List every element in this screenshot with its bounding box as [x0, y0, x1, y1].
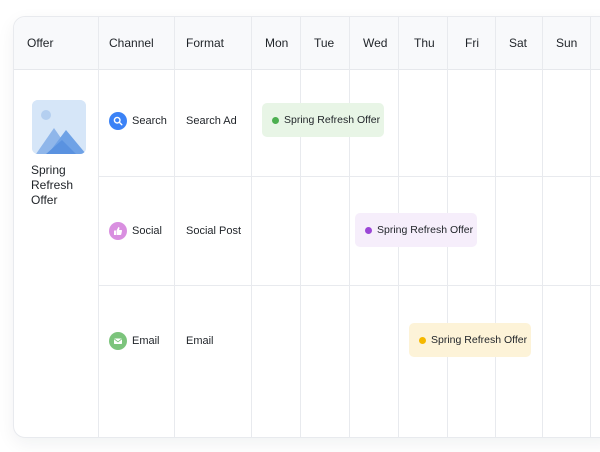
- column-header-sun: Sun: [556, 36, 578, 50]
- pill-label: Spring Refresh Offer: [377, 224, 474, 236]
- status-dot: [419, 336, 426, 344]
- schedule-pill-email[interactable]: Spring Refresh Offer: [409, 323, 531, 357]
- mail-icon: [109, 332, 127, 350]
- grid-line: [542, 17, 543, 437]
- pill-label: Spring Refresh Offer: [284, 114, 381, 126]
- column-header-mon: Mon: [265, 36, 289, 50]
- table-header: Offer Channel Format Mon Tue Wed Thu Fri…: [14, 17, 600, 70]
- schedule-pill-social[interactable]: Spring Refresh Offer: [355, 213, 477, 247]
- column-header-offer: Offer: [27, 36, 54, 50]
- pill-label: Spring Refresh Offer: [431, 334, 528, 346]
- grid-line: [349, 17, 350, 437]
- format-label: Email: [186, 335, 214, 347]
- grid-line: [98, 17, 99, 437]
- schedule-pill-search[interactable]: Spring Refresh Offer: [262, 103, 384, 137]
- status-dot: [365, 226, 372, 234]
- column-header-sat: Sat: [509, 36, 528, 50]
- column-header-thu: Thu: [414, 36, 435, 50]
- column-header-format: Format: [186, 36, 225, 50]
- offer-thumbnail: [32, 100, 86, 154]
- grid-line: [495, 17, 496, 437]
- column-header-tue: Tue: [314, 36, 335, 50]
- channel-label: Social: [132, 225, 162, 237]
- channel-label: Email: [132, 335, 160, 347]
- column-header-wed: Wed: [363, 36, 388, 50]
- grid-line: [251, 17, 252, 437]
- offer-schedule-card: Offer Channel Format Mon Tue Wed Thu Fri…: [13, 16, 600, 438]
- image-placeholder-icon: [32, 100, 86, 154]
- channel-label: Search: [132, 115, 167, 127]
- grid-line: [300, 17, 301, 437]
- grid-line: [590, 17, 591, 437]
- channel-cell-social: Social: [109, 222, 162, 240]
- search-icon: [109, 112, 127, 130]
- format-label: Search Ad: [186, 115, 237, 127]
- column-header-fri: Fri: [465, 36, 479, 50]
- offer-name: Spring Refresh Offer: [31, 163, 74, 207]
- grid-line: [174, 17, 175, 437]
- thumbs-up-icon: [109, 222, 127, 240]
- channel-cell-search: Search: [109, 112, 167, 130]
- channel-cell-email: Email: [109, 332, 160, 350]
- status-dot: [272, 116, 279, 124]
- column-header-channel: Channel: [109, 36, 154, 50]
- row-separator: [98, 285, 600, 286]
- row-separator: [98, 176, 600, 177]
- format-label: Social Post: [186, 225, 242, 237]
